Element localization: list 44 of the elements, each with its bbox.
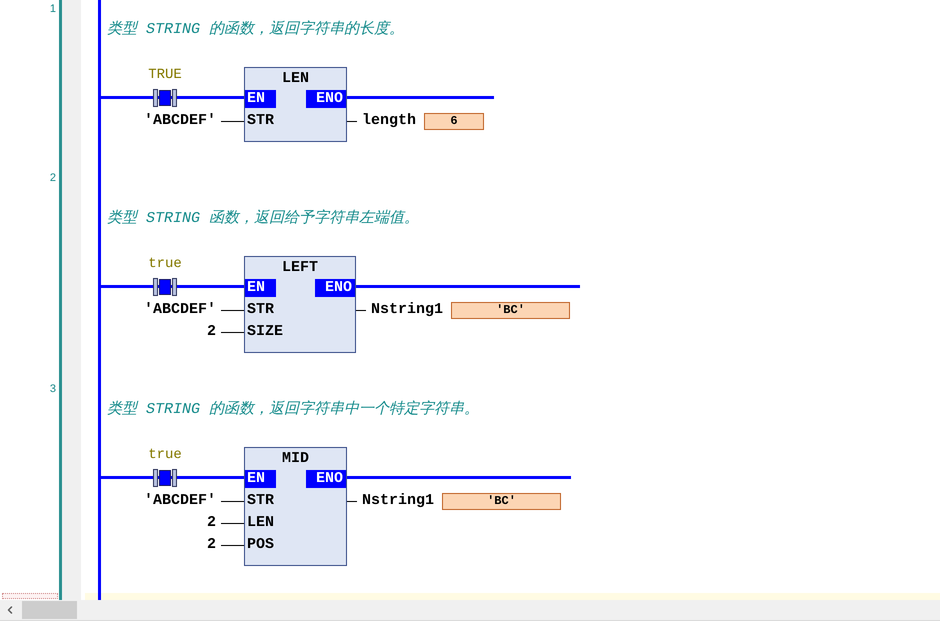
scrollbar-thumb[interactable] [22,601,77,619]
input-value: 2 [206,323,216,341]
pin-label: STR [247,301,274,319]
output-wire [347,500,357,502]
output-variable: Nstring1 [371,301,444,319]
network-comment: 类型 STRING 的函数，返回字符串的长度。 [107,20,404,40]
contact-label: TRUE [148,67,182,85]
enable-input-pin: EN [245,470,276,488]
enable-input-pin: EN [245,90,276,108]
input-value: 2 [206,536,216,554]
input-value: 'ABCDEF' [144,492,216,510]
input-wire [221,500,244,502]
block-title: LEFT [282,259,318,277]
pin-label: STR [247,492,274,510]
output-variable: Nstring1 [362,492,434,510]
input-value: 2 [206,514,216,532]
input-wire [221,544,244,546]
line-number: 1 [50,3,56,15]
output-wire [347,120,357,122]
value-display: 6 [424,112,484,130]
network-comment: 类型 STRING 的函数，返回字符串中一个特定字符串。 [107,400,480,420]
enable-input-pin: EN [245,279,276,297]
line-number: 2 [50,172,56,184]
input-value: 'ABCDEF' [144,301,216,319]
contact-label: true [148,447,182,465]
input-wire [221,120,244,122]
pin-label: STR [247,112,274,130]
pin-label: LEN [247,514,274,532]
pin-label: POS [247,536,274,554]
pin-label: SIZE [247,323,284,341]
block-title: MID [282,450,309,468]
contact-label: true [148,256,182,274]
enable-output-pin: ENO [306,470,346,488]
value-display: 'BC' [451,302,570,318]
enable-output-pin: ENO [315,279,355,297]
value-display: 'BC' [442,492,562,510]
network-comment: 类型 STRING 函数，返回给予字符串左端值。 [107,209,420,229]
block-title: LEN [282,70,309,88]
output-variable: length [362,112,416,130]
line-number: 3 [50,383,56,395]
dotted-frame [2,593,58,599]
input-wire [221,522,244,524]
input-value: 'ABCDEF' [144,112,216,130]
enable-output-pin: ENO [306,90,346,108]
